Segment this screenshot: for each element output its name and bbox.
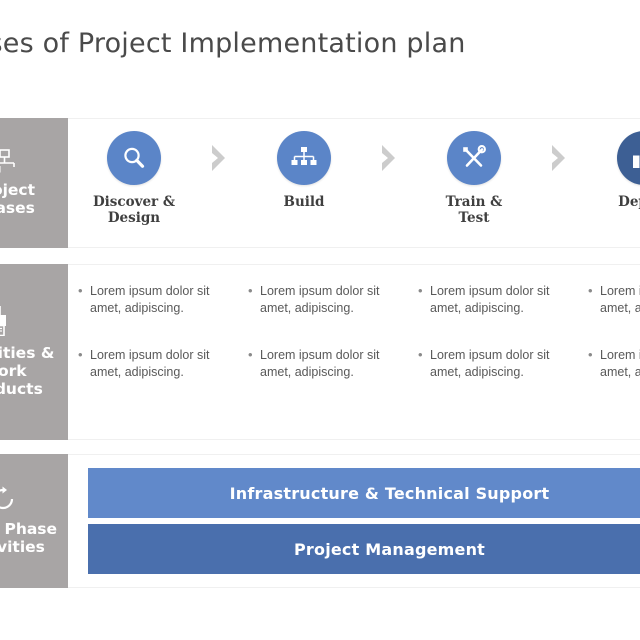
list-item-text: Lorem ipsum dolor sit amet, adipiscing. [260, 347, 380, 379]
phase-deploy[interactable]: Deploy [578, 131, 640, 210]
list-item: • Lorem ipsum dolor sit amet, adipiscing… [588, 347, 640, 381]
activities-body: • Lorem ipsum dolor sit amet, adipiscing… [68, 264, 640, 440]
cross-phase-label-text: Cross Phase Activities [0, 519, 58, 556]
list-item: • Lorem ipsum dolor sit amet, adipiscing… [588, 283, 640, 317]
phase-label: Deploy [618, 194, 640, 210]
phase-discover-design[interactable]: Discover & Design [68, 131, 200, 227]
list-item: • Lorem ipsum dolor sit amet, adipiscing… [78, 283, 232, 317]
chevron-right-icon [540, 131, 578, 173]
bullet-group: • Lorem ipsum dolor sit amet, adipiscing… [588, 347, 640, 381]
list-item: • Lorem ipsum dolor sit amet, adipiscing… [418, 347, 572, 381]
activities-label-cell: Activities & Work Products [0, 264, 68, 440]
phase-train-test[interactable]: Train & Test [408, 131, 540, 227]
magnifier-icon [107, 131, 161, 185]
activities-column: • Lorem ipsum dolor sit amet, adipiscing… [578, 283, 640, 439]
bullet-glyph: • [418, 283, 423, 298]
list-item: • Lorem ipsum dolor sit amet, adipiscing… [248, 283, 402, 317]
bullet-group: • Lorem ipsum dolor sit amet, adipiscing… [248, 347, 402, 381]
list-item-text: Lorem ipsum dolor sit amet, adipiscing. [260, 284, 380, 315]
project-phases-row: Project Phases Discover & Design [0, 118, 640, 248]
project-phases-body: Discover & Design Build Train & Test De [68, 118, 640, 248]
phase-label: Discover & Design [92, 194, 176, 227]
activities-label-text: Activities & Work Products [0, 343, 55, 399]
list-item-text: Lorem ipsum dolor sit amet, adipiscing. [600, 284, 640, 315]
page-title: Phases of Project Implementation plan [0, 28, 466, 59]
list-item-text: Lorem ipsum dolor sit amet, adipiscing. [430, 347, 550, 379]
chevron-right-icon [200, 131, 238, 173]
bullet-group: • Lorem ipsum dolor sit amet, adipiscing… [418, 347, 572, 381]
list-item-text: Lorem ipsum dolor sit amet, adipiscing. [90, 347, 210, 379]
phase-label: Train & Test [445, 194, 503, 227]
sitemap-icon [0, 148, 17, 173]
cross-phase-bar-project-management[interactable]: Project Management [88, 524, 640, 574]
cross-phase-label-cell: Cross Phase Activities [0, 454, 68, 588]
cross-phase-activities-row: Cross Phase Activities Infrastructure & … [0, 454, 640, 588]
phase-build[interactable]: Build [238, 131, 370, 210]
list-item: • Lorem ipsum dolor sit amet, adipiscing… [78, 347, 232, 381]
project-phases-label-text: Project Phases [0, 180, 36, 217]
tools-icon [447, 131, 501, 185]
list-item-text: Lorem ipsum dolor sit amet, adipiscing. [430, 284, 550, 315]
documents-icon [0, 305, 18, 336]
phase-label: Build [283, 194, 325, 210]
list-item-text: Lorem ipsum dolor sit amet, adipiscing. [600, 347, 640, 379]
cycle-icon [0, 486, 18, 512]
list-item: • Lorem ipsum dolor sit amet, adipiscing… [418, 283, 572, 317]
project-phases-label-cell: Project Phases [0, 118, 68, 248]
cross-phase-bar-infrastructure[interactable]: Infrastructure & Technical Support [88, 468, 640, 518]
bullet-glyph: • [248, 283, 253, 298]
bullet-group: • Lorem ipsum dolor sit amet, adipiscing… [588, 283, 640, 317]
bullet-glyph: • [418, 346, 423, 362]
bullet-group: • Lorem ipsum dolor sit amet, adipiscing… [78, 283, 232, 317]
activities-column: • Lorem ipsum dolor sit amet, adipiscing… [68, 283, 238, 439]
bullet-glyph: • [248, 346, 253, 362]
list-item-text: Lorem ipsum dolor sit amet, adipiscing. [90, 284, 210, 315]
chevron-right-icon [370, 131, 408, 173]
bullet-glyph: • [78, 283, 83, 298]
hierarchy-icon [277, 131, 331, 185]
activities-work-products-row: Activities & Work Products • Lorem ipsum… [0, 264, 640, 440]
activities-column: • Lorem ipsum dolor sit amet, adipiscing… [238, 283, 408, 439]
thumbs-up-icon [617, 131, 640, 185]
bullet-group: • Lorem ipsum dolor sit amet, adipiscing… [418, 283, 572, 317]
bullet-glyph: • [588, 346, 593, 362]
bullet-group: • Lorem ipsum dolor sit amet, adipiscing… [248, 283, 402, 317]
bullet-glyph: • [588, 283, 593, 298]
list-item: • Lorem ipsum dolor sit amet, adipiscing… [248, 347, 402, 381]
cross-phase-body: Infrastructure & Technical Support Proje… [68, 454, 640, 588]
bullet-group: • Lorem ipsum dolor sit amet, adipiscing… [78, 347, 232, 381]
bullet-glyph: • [78, 346, 83, 362]
activities-column: • Lorem ipsum dolor sit amet, adipiscing… [408, 283, 578, 439]
